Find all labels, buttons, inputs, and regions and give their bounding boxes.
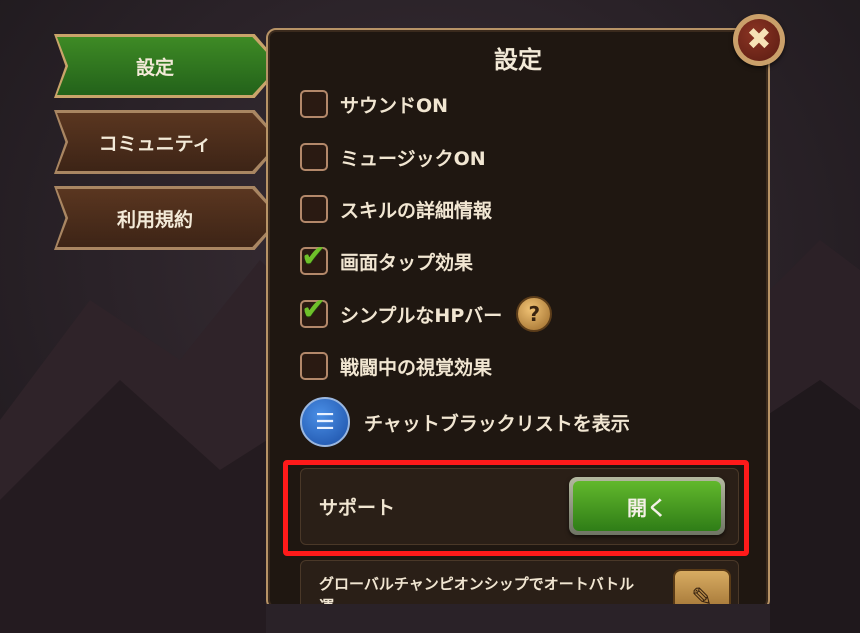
option-skill-details-label: スキルの詳細情報	[340, 199, 493, 222]
option-simple-hp-bar-label: シンプルなHPバー	[340, 304, 503, 327]
checkbox-tap-effect[interactable]: ✔	[300, 239, 328, 275]
checkbox-skill-details[interactable]	[300, 195, 328, 223]
checkbox-simple-hp-bar[interactable]: ✔	[300, 292, 328, 328]
option-simple-hp-bar[interactable]: ✔ シンプルなHPバー ?	[300, 292, 553, 332]
checkbox-sound[interactable]	[300, 90, 328, 118]
option-sound-label: サウンドON	[340, 94, 449, 117]
option-battle-visual[interactable]: 戦闘中の視覚効果	[300, 350, 492, 382]
chat-blacklist-row[interactable]: ☰ チャットブラックリストを表示	[300, 397, 630, 447]
panel-clip	[266, 604, 770, 633]
checkmark-icon: ✔	[301, 292, 327, 327]
tab-terms[interactable]: 利用規約	[54, 186, 282, 250]
option-music[interactable]: ミュージックON	[300, 141, 486, 173]
option-music-label: ミュージックON	[340, 147, 486, 170]
checkbox-music[interactable]	[300, 143, 328, 171]
tab-community[interactable]: コミュニティ	[54, 110, 282, 174]
close-icon: ✖	[738, 19, 780, 61]
option-battle-visual-label: 戦闘中の視覚効果	[340, 356, 493, 379]
checkmark-icon: ✔	[301, 239, 327, 274]
global-auto-title: グローバルチャンピオンシップでオートバトル	[319, 575, 635, 593]
option-tap-effect[interactable]: ✔ 画面タップ効果	[300, 239, 474, 277]
option-sound[interactable]: サウンドON	[300, 88, 448, 120]
list-icon[interactable]: ☰	[300, 397, 350, 447]
tab-community-label: コミュニティ	[98, 132, 212, 155]
help-icon[interactable]: ?	[516, 296, 553, 332]
highlight-frame	[283, 460, 749, 556]
checkbox-battle-visual[interactable]	[300, 352, 328, 380]
tab-settings-label: 設定	[135, 56, 174, 79]
panel-title: 設定	[494, 46, 542, 74]
tab-settings[interactable]: 設定	[54, 34, 282, 98]
close-button[interactable]: ✖	[733, 14, 785, 66]
option-skill-details[interactable]: スキルの詳細情報	[300, 193, 492, 225]
option-tap-effect-label: 画面タップ効果	[340, 251, 474, 274]
tab-terms-label: 利用規約	[116, 208, 193, 231]
chat-blacklist-label: チャットブラックリストを表示	[364, 412, 630, 435]
